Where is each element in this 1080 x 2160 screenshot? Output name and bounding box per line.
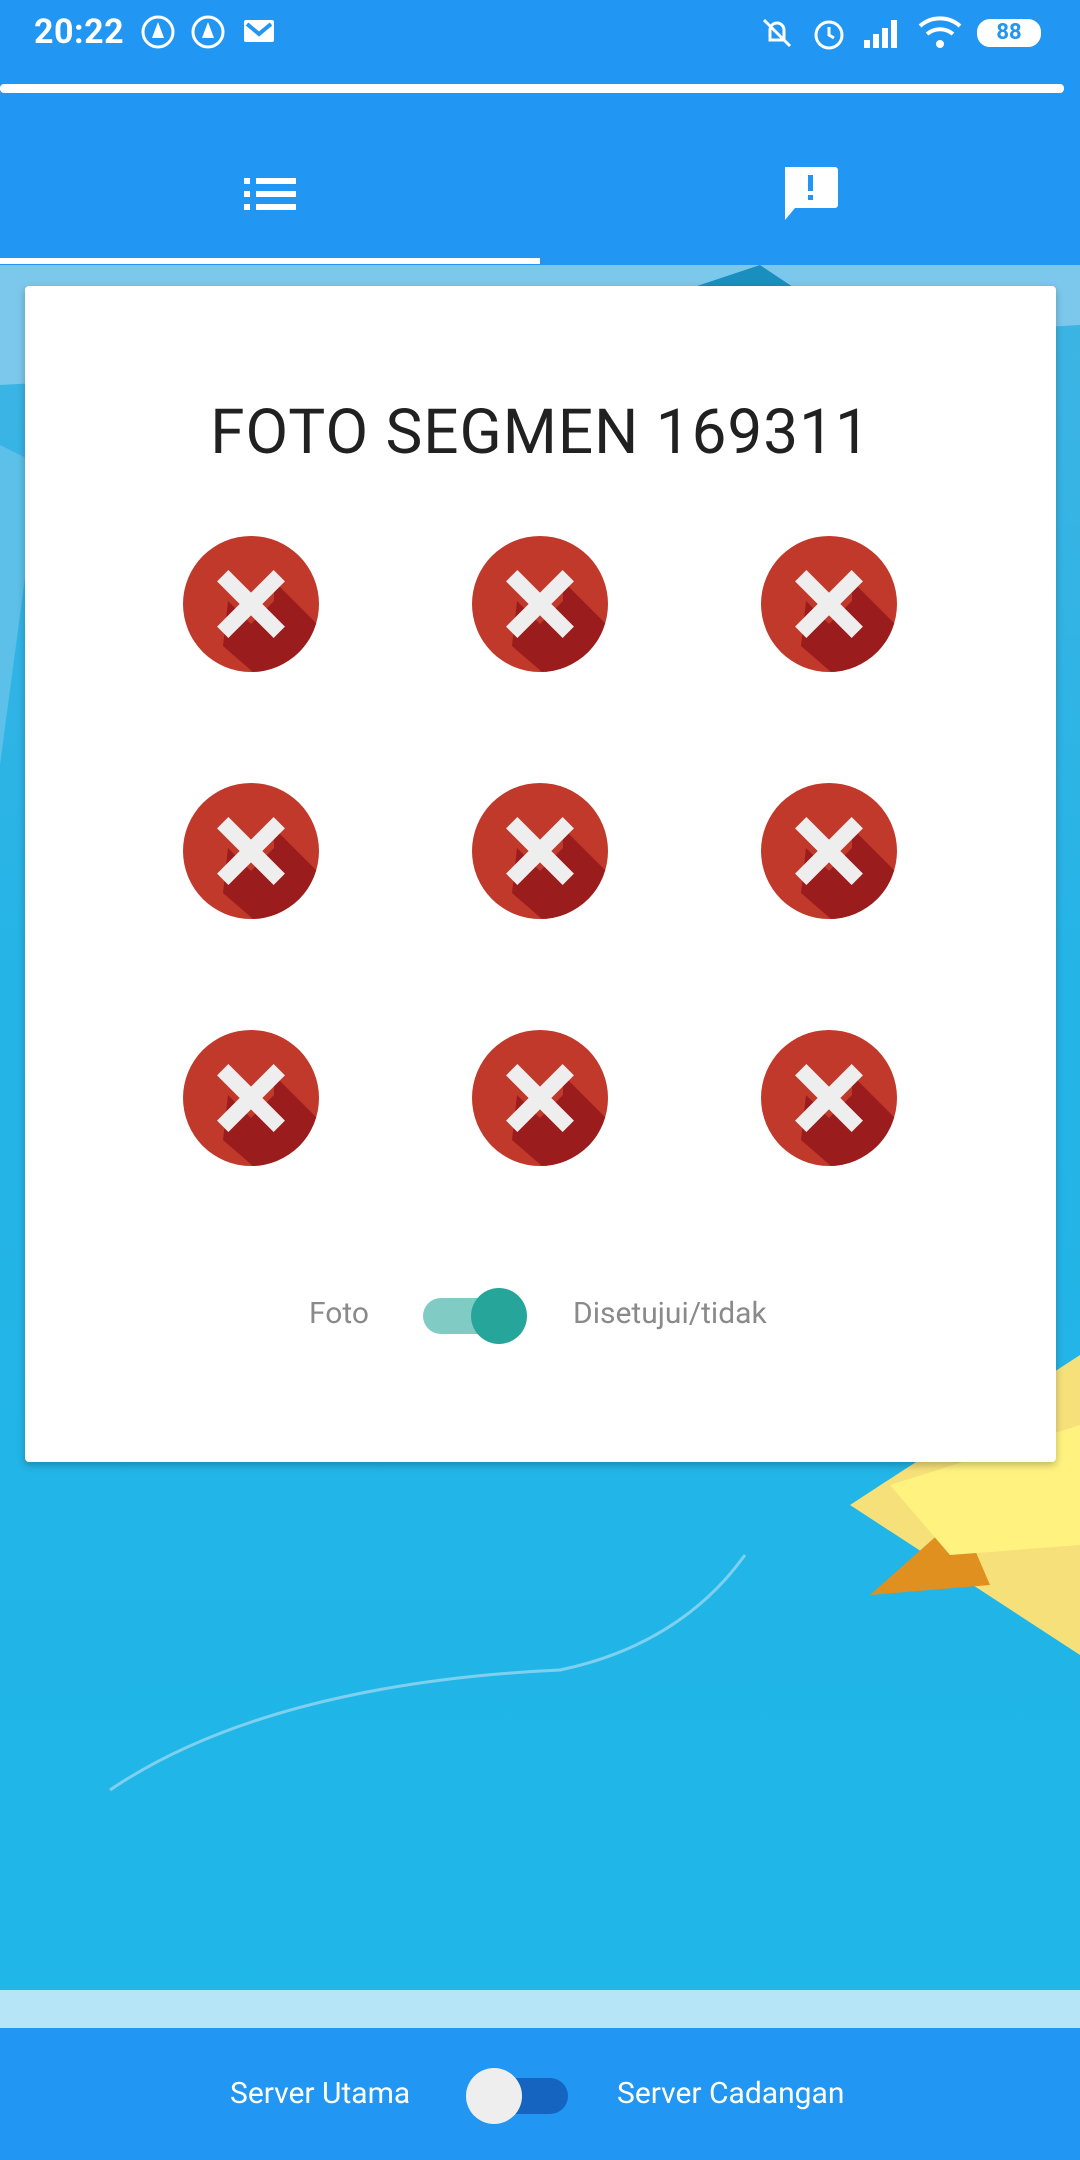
card-title: FOTO SEGMEN 169311	[210, 396, 871, 469]
server-switch[interactable]	[462, 2066, 572, 2126]
tab-feedback[interactable]	[540, 127, 1080, 265]
battery-level: 88	[996, 20, 1022, 45]
status-time: 20:22	[34, 12, 125, 52]
list-icon	[244, 176, 296, 216]
tab-bar	[0, 127, 1080, 265]
photo-rejected-icon[interactable]	[472, 1030, 608, 1166]
server-selector-bar: Server Utama Server Cadangan	[0, 2028, 1080, 2160]
photo-grid	[25, 536, 1056, 1216]
mute-vibrate-icon	[758, 14, 796, 56]
mail-icon	[242, 14, 276, 52]
photo-rejected-icon[interactable]	[472, 536, 608, 672]
toggle-label-foto: Foto	[309, 1296, 370, 1331]
status-bar: 20:22 88	[0, 0, 1080, 82]
wifi-icon	[918, 14, 962, 54]
toggle-label-approved: Disetujui/tidak	[573, 1296, 767, 1331]
app-notification-icon	[140, 14, 176, 54]
photo-rejected-icon[interactable]	[761, 536, 897, 672]
tab-list[interactable]	[0, 127, 540, 265]
photo-approval-switch[interactable]	[421, 1286, 531, 1346]
photo-rejected-icon[interactable]	[183, 536, 319, 672]
photo-rejected-icon[interactable]	[183, 783, 319, 919]
loading-progress-bar	[0, 84, 1064, 93]
photo-rejected-icon[interactable]	[761, 1030, 897, 1166]
alarm-icon	[810, 14, 848, 56]
tab-selected-indicator	[0, 258, 540, 264]
photo-approval-toggle-row: Foto Disetujui/tidak	[25, 1286, 1056, 1346]
photo-segment-card: FOTO SEGMEN 169311 Foto Disetujui/tidak	[25, 286, 1056, 1462]
signal-icon	[862, 14, 904, 54]
server-utama-label: Server Utama	[230, 2076, 411, 2111]
app-notification-icon	[190, 14, 226, 54]
photo-rejected-icon[interactable]	[472, 783, 608, 919]
server-cadangan-label: Server Cadangan	[617, 2076, 845, 2111]
photo-rejected-icon[interactable]	[183, 1030, 319, 1166]
photo-rejected-icon[interactable]	[761, 783, 897, 919]
feedback-icon	[781, 165, 839, 227]
